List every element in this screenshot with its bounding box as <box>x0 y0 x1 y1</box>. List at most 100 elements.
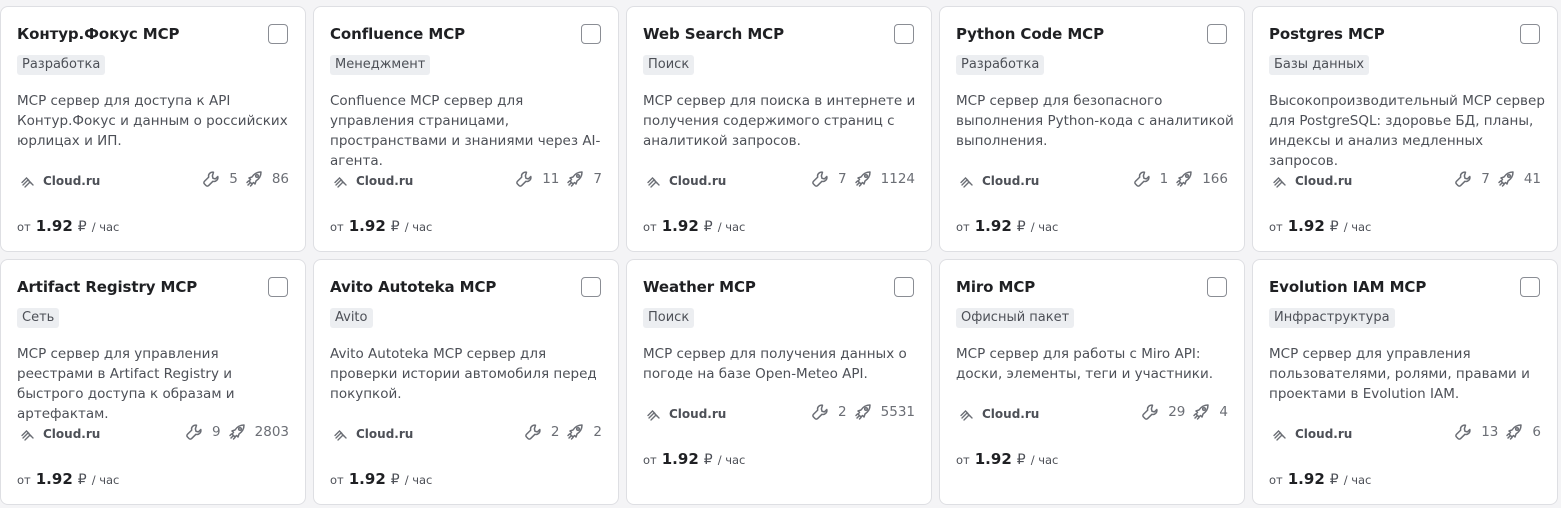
price-currency: ₽ <box>703 452 713 468</box>
select-checkbox[interactable] <box>1207 24 1227 44</box>
wrench-icon <box>186 424 202 440</box>
mcp-server-card[interactable]: Confluence MCP Менеджмент Confluence MCP… <box>313 6 619 252</box>
usage-stats: 2 5531 <box>810 402 915 422</box>
deploys-count: 4 <box>1219 404 1228 420</box>
price-amount: 1.92 <box>974 450 1012 468</box>
card-title[interactable]: Python Code MCP <box>956 25 1104 43</box>
card-description: MCP сервер для безопасного выполнения Py… <box>956 93 1234 149</box>
price: от 1.92 ₽ / час <box>956 217 1058 235</box>
mcp-server-card[interactable]: Miro MCP Офисный пакет MCP сервер для ра… <box>939 259 1245 505</box>
price: от 1.92 ₽ / час <box>643 217 745 235</box>
price-currency: ₽ <box>77 219 87 235</box>
select-checkbox[interactable] <box>1520 24 1540 44</box>
provider: Cloud.ru <box>19 425 100 443</box>
price-unit: / час <box>717 453 746 467</box>
provider-name: Cloud.ru <box>1295 174 1353 188</box>
price-amount: 1.92 <box>348 217 386 235</box>
price: от 1.92 ₽ / час <box>956 450 1058 468</box>
rocket-icon <box>567 171 584 187</box>
select-checkbox[interactable] <box>268 24 288 44</box>
mcp-server-card[interactable]: Web Search MCP Поиск MCP сервер для поис… <box>626 6 932 252</box>
mcp-server-card[interactable]: Evolution IAM MCP Инфраструктура MCP сер… <box>1252 259 1558 505</box>
card-description: MCP сервер для получения данных о погоде… <box>643 346 907 382</box>
mcp-server-card[interactable]: Artifact Registry MCP Сеть MCP сервер дл… <box>0 259 306 505</box>
price-unit: / час <box>404 220 433 234</box>
card-description: MCP сервер для управления пользователями… <box>1269 346 1530 402</box>
provider: Cloud.ru <box>958 405 1039 423</box>
price-currency: ₽ <box>1329 219 1339 235</box>
wrench-icon <box>1133 171 1150 187</box>
card-title[interactable]: Artifact Registry MCP <box>17 278 197 296</box>
category-tag: Инфраструктура <box>1269 308 1395 328</box>
card-title[interactable]: Контур.Фокус MCP <box>17 25 180 43</box>
select-checkbox[interactable] <box>268 277 288 297</box>
deploys-count: 86 <box>271 171 289 187</box>
select-checkbox[interactable] <box>1207 277 1227 297</box>
card-title[interactable]: Web Search MCP <box>643 25 784 43</box>
mcp-server-card[interactable]: Python Code MCP Разработка MCP сервер дл… <box>939 6 1245 252</box>
usage-stats: 13 6 <box>1453 422 1541 442</box>
provider: Cloud.ru <box>332 425 413 443</box>
deploys-count: 166 <box>1202 171 1228 187</box>
card-title[interactable]: Confluence MCP <box>330 25 465 43</box>
provider-name: Cloud.ru <box>982 407 1040 421</box>
select-checkbox[interactable] <box>894 24 914 44</box>
select-checkbox[interactable] <box>1520 277 1540 297</box>
rocket-icon <box>1193 404 1210 420</box>
select-checkbox[interactable] <box>894 277 914 297</box>
price-prefix: от <box>643 453 657 467</box>
tools-count: 13 <box>1481 424 1499 440</box>
category-tag: Разработка <box>956 55 1045 75</box>
price-amount: 1.92 <box>974 217 1012 235</box>
cloud-ru-logo-icon <box>960 410 973 421</box>
price-currency: ₽ <box>703 219 713 235</box>
card-description: MCP сервер для доступа к API Контур.Фоку… <box>17 93 288 149</box>
price-prefix: от <box>17 473 31 487</box>
card-description: MCP сервер для управления реестрами в Ar… <box>17 346 235 422</box>
provider-name: Cloud.ru <box>43 174 101 188</box>
tools-count: 2 <box>838 404 847 420</box>
mcp-server-card[interactable]: Postgres MCP Базы данных Высокопроизводи… <box>1252 6 1558 252</box>
price-unit: / час <box>1343 220 1372 234</box>
wrench-icon <box>1455 424 1471 440</box>
mcp-server-card[interactable]: Контур.Фокус MCP Разработка MCP сервер д… <box>0 6 306 252</box>
card-title[interactable]: Weather MCP <box>643 278 756 296</box>
price: от 1.92 ₽ / час <box>17 470 119 488</box>
price-unit: / час <box>91 220 120 234</box>
cloud-ru-logo-icon <box>1273 177 1286 188</box>
rocket-icon <box>1176 171 1192 187</box>
category-tag: Базы данных <box>1269 55 1370 75</box>
price-prefix: от <box>1269 473 1283 487</box>
price-prefix: от <box>330 473 344 487</box>
price: от 1.92 ₽ / час <box>330 217 432 235</box>
tools-count: 11 <box>542 171 560 187</box>
provider-name: Cloud.ru <box>356 427 414 441</box>
rocket-icon <box>1506 424 1523 440</box>
mcp-server-card[interactable]: Weather MCP Поиск MCP сервер для получен… <box>626 259 932 505</box>
provider-name: Cloud.ru <box>982 174 1040 188</box>
price-amount: 1.92 <box>35 470 73 488</box>
rocket-icon <box>854 404 871 420</box>
provider-name: Cloud.ru <box>356 174 414 188</box>
provider-name: Cloud.ru <box>43 427 101 441</box>
price: от 1.92 ₽ / час <box>330 470 432 488</box>
mcp-server-card[interactable]: Avito Autoteka MCP Avito Avito Autoteka … <box>313 259 619 505</box>
price: от 1.92 ₽ / час <box>1269 470 1371 488</box>
card-title[interactable]: Postgres MCP <box>1269 25 1385 43</box>
cloud-ru-logo-icon <box>334 430 347 441</box>
price: от 1.92 ₽ / час <box>1269 217 1371 235</box>
cloud-ru-logo-icon <box>21 430 34 441</box>
price-amount: 1.92 <box>35 217 73 235</box>
select-checkbox[interactable] <box>581 277 601 297</box>
card-title[interactable]: Miro MCP <box>956 278 1035 296</box>
card-title[interactable]: Evolution IAM MCP <box>1269 278 1426 296</box>
cloud-ru-logo-icon <box>334 177 347 188</box>
price-prefix: от <box>1269 220 1283 234</box>
card-title[interactable]: Avito Autoteka MCP <box>330 278 496 296</box>
card-description: Confluence MCP сервер для управления стр… <box>330 93 601 169</box>
price-unit: / час <box>717 220 746 234</box>
provider: Cloud.ru <box>645 405 726 423</box>
select-checkbox[interactable] <box>581 24 601 44</box>
usage-stats: 11 7 <box>514 169 602 189</box>
tools-count: 1 <box>1159 171 1169 187</box>
